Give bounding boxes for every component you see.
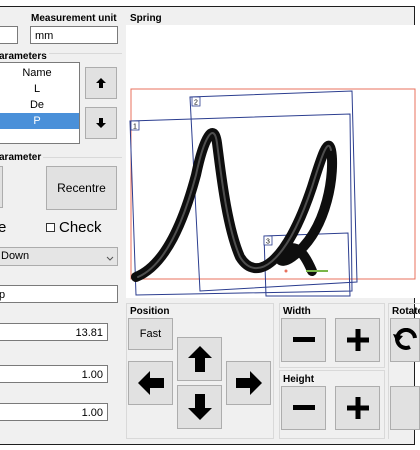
rotate-secondary-button[interactable] bbox=[390, 386, 420, 430]
arrow-right-icon bbox=[235, 371, 262, 395]
height-increase-button[interactable] bbox=[335, 386, 380, 430]
arrow-left-icon bbox=[137, 371, 164, 395]
measurement-unit-label: Measurement unit bbox=[31, 13, 117, 24]
box-1-label: 1 bbox=[133, 124, 137, 131]
parameter-group-title: arameter bbox=[0, 152, 44, 163]
check-checkbox[interactable] bbox=[46, 223, 55, 232]
spring-drawing: 1 2 3 bbox=[129, 88, 416, 297]
height-group-title: Height bbox=[283, 374, 315, 385]
value-field-3[interactable]: 1.00 bbox=[0, 403, 108, 421]
arrow-down-icon bbox=[95, 117, 107, 129]
width-group-title: Width bbox=[283, 306, 311, 317]
check-label: Check bbox=[59, 219, 102, 236]
minus-icon bbox=[292, 337, 315, 343]
box-2-label: 2 bbox=[194, 100, 198, 107]
arrow-down-icon bbox=[187, 394, 212, 420]
arrow-up-icon bbox=[187, 346, 212, 372]
list-item-l[interactable]: L bbox=[0, 81, 79, 97]
spring-panel-title: Spring bbox=[130, 13, 162, 24]
dropdown-value: Down bbox=[1, 250, 30, 262]
partial-option-label: e bbox=[0, 219, 7, 236]
height-decrease-button[interactable] bbox=[281, 386, 326, 430]
minus-icon bbox=[292, 405, 315, 411]
move-down-button[interactable] bbox=[85, 107, 117, 139]
move-down-position-button[interactable] bbox=[177, 385, 222, 429]
direction-dropdown[interactable]: Down bbox=[0, 247, 118, 266]
partial-text-field[interactable]: p bbox=[0, 285, 118, 303]
value-field-2[interactable]: 1.00 bbox=[0, 365, 108, 383]
move-right-button[interactable] bbox=[226, 361, 271, 405]
list-item-p[interactable]: P bbox=[0, 113, 79, 129]
move-up-position-button[interactable] bbox=[177, 337, 222, 381]
spring-canvas[interactable]: 1 2 3 bbox=[126, 25, 420, 298]
plus-icon bbox=[346, 329, 369, 351]
list-item-de[interactable]: De bbox=[0, 97, 79, 113]
fast-button[interactable]: Fast bbox=[128, 318, 173, 350]
move-up-button[interactable] bbox=[85, 67, 117, 99]
bounding-box-1 bbox=[129, 113, 353, 296]
parameters-listbox[interactable]: Name L De P bbox=[0, 62, 80, 144]
rotate-button[interactable] bbox=[390, 318, 420, 362]
rotate-group-title: Rotate bbox=[392, 306, 420, 317]
rotate-icon bbox=[393, 328, 419, 352]
box-3-label: 3 bbox=[266, 239, 270, 246]
list-header: Name bbox=[22, 67, 52, 79]
position-group-title: Position bbox=[130, 306, 170, 317]
truncated-left-button[interactable] bbox=[0, 166, 3, 208]
chevron-down-icon bbox=[106, 251, 114, 269]
parameters-group-title: arameters bbox=[0, 51, 49, 62]
width-decrease-button[interactable] bbox=[281, 318, 326, 362]
recentre-button[interactable]: Recentre bbox=[46, 166, 117, 210]
start-marker bbox=[284, 269, 288, 273]
spring-coil bbox=[131, 128, 338, 282]
arrow-up-icon bbox=[95, 77, 107, 89]
value-field-1[interactable]: 13.81 bbox=[0, 323, 108, 341]
truncated-left-field[interactable] bbox=[0, 26, 18, 44]
move-left-button[interactable] bbox=[128, 361, 173, 405]
outer-boundary-box bbox=[130, 88, 416, 280]
plus-icon bbox=[346, 397, 369, 419]
width-increase-button[interactable] bbox=[335, 318, 380, 362]
measurement-unit-field[interactable]: mm bbox=[30, 26, 118, 44]
